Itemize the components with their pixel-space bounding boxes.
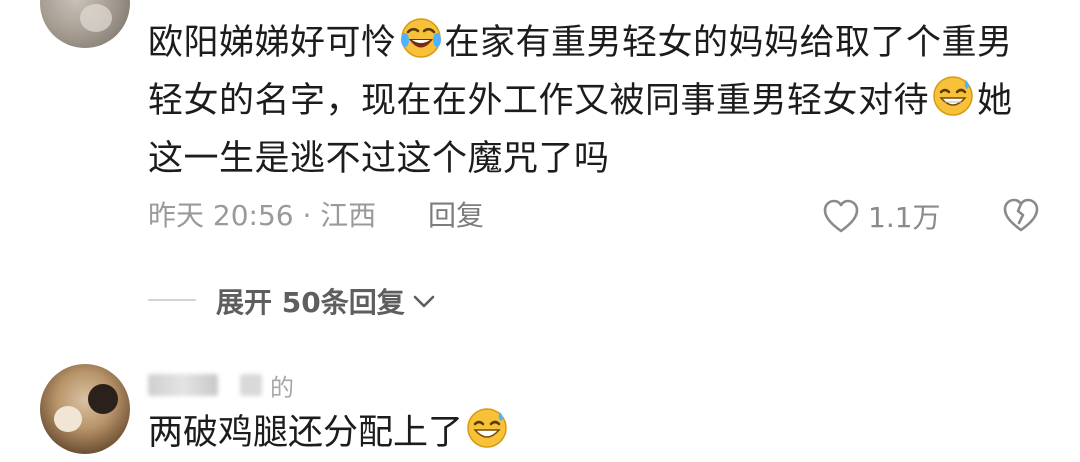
comment-line-3: 这一生是逃不过这个魔咒了吗 — [148, 130, 1038, 188]
reply-username[interactable]: 的 — [148, 368, 294, 402]
chevron-down-icon — [413, 295, 435, 308]
username-suffix: 的 — [270, 373, 294, 402]
comment-timestamp-location: 昨天 20:56 · 江西 — [148, 199, 377, 232]
reply-comment-text: 两破鸡腿还分配上了 — [148, 413, 464, 453]
replies-divider-line — [148, 299, 196, 301]
avatar-image-detail — [88, 384, 118, 414]
commenter-avatar[interactable] — [40, 0, 130, 48]
avatar-image-detail — [54, 406, 82, 432]
sweat-smile-emoji-icon — [467, 408, 507, 448]
comment-text-segment: 欧阳娣娣好可怜 — [148, 23, 397, 63]
comment-line-2: 轻女的名字，现在在外工作又被同事重男轻女对待 她 — [148, 72, 1038, 130]
broken-heart-icon — [1003, 198, 1039, 232]
sweat-smile-emoji-icon — [933, 76, 973, 116]
dislike-button[interactable] — [1002, 196, 1040, 236]
blurred-username-part — [240, 374, 262, 396]
laugh-cry-emoji-icon — [400, 18, 441, 58]
reply-commenter-avatar[interactable] — [40, 364, 130, 454]
expand-replies-label: 展开 50条回复 — [216, 286, 405, 319]
expand-replies-button[interactable]: 展开 50条回复 — [216, 280, 437, 322]
like-count: 1.1万 — [868, 201, 941, 234]
comment-line-1: 欧阳娣娣好可怜 在家有重男轻女的妈妈给取了个重男 — [148, 14, 1038, 72]
comment-body: 欧阳娣娣好可怜 在家有重男轻女的妈妈给取了个重男 轻女的名字，现在在外工作又被同… — [148, 14, 1038, 188]
avatar-image-detail — [80, 4, 112, 32]
comment-text-segment: 轻女的名字，现在在外工作又被同事重男轻女对待 — [148, 81, 930, 121]
comment-text-segment: 这一生是逃不过这个魔咒了吗 — [148, 139, 610, 179]
reply-comment-body: 两破鸡腿还分配上了 — [148, 404, 511, 462]
comment-text-segment: 在家有重男轻女的妈妈给取了个重男 — [444, 23, 1013, 63]
heart-outline-icon — [823, 199, 859, 233]
blurred-username-part — [148, 374, 218, 396]
like-button[interactable]: 1.1万 — [822, 194, 941, 238]
comment-text-segment: 她 — [977, 81, 1013, 121]
reply-button[interactable]: 回复 — [428, 196, 484, 236]
